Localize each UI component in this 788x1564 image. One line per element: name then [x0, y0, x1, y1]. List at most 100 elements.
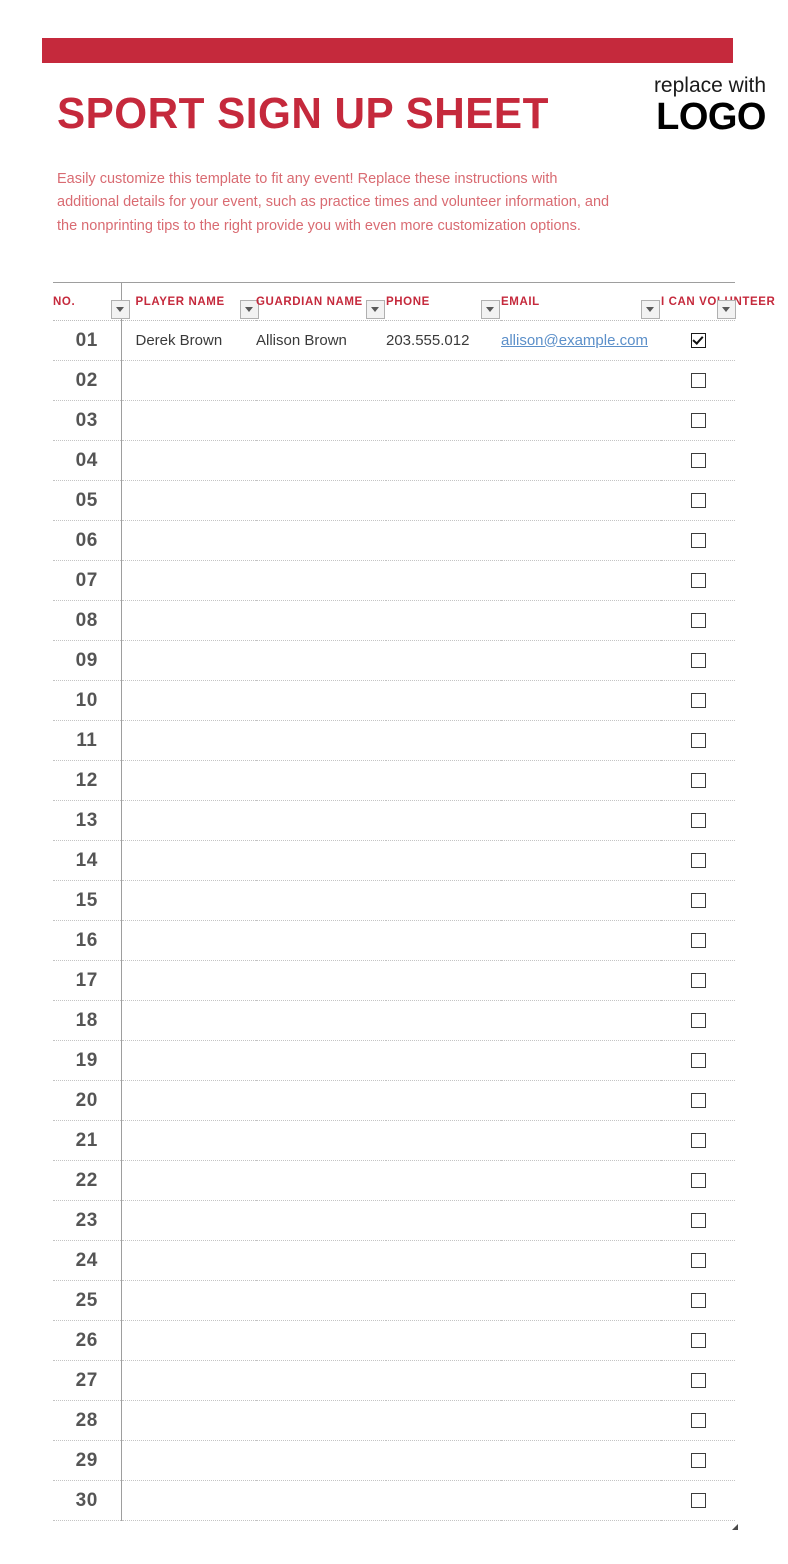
cell-guardian[interactable] — [256, 400, 386, 441]
checkbox-unchecked-icon[interactable] — [690, 1452, 706, 1468]
cell-email[interactable] — [501, 960, 661, 1001]
cell-email[interactable] — [501, 1160, 661, 1201]
cell-player[interactable] — [121, 1440, 256, 1481]
cell-guardian[interactable] — [256, 920, 386, 961]
cell-player[interactable] — [121, 1320, 256, 1361]
cell-email[interactable] — [501, 920, 661, 961]
checkbox-unchecked-icon[interactable] — [690, 492, 706, 508]
cell-phone[interactable] — [386, 680, 501, 721]
cell-email[interactable] — [501, 1120, 661, 1161]
cell-phone[interactable] — [386, 1000, 501, 1041]
checkbox-unchecked-icon[interactable] — [690, 892, 706, 908]
checkbox-unchecked-icon[interactable] — [690, 652, 706, 668]
cell-email[interactable] — [501, 1240, 661, 1281]
cell-player[interactable]: Derek Brown — [121, 320, 256, 361]
checkbox-unchecked-icon[interactable] — [690, 1252, 706, 1268]
cell-guardian[interactable] — [256, 480, 386, 521]
cell-player[interactable] — [121, 880, 256, 921]
cell-phone[interactable] — [386, 1360, 501, 1401]
cell-phone[interactable] — [386, 1440, 501, 1481]
cell-email[interactable] — [501, 1080, 661, 1121]
cell-guardian[interactable] — [256, 560, 386, 601]
cell-guardian[interactable] — [256, 800, 386, 841]
cell-email[interactable] — [501, 840, 661, 881]
checkbox-unchecked-icon[interactable] — [690, 772, 706, 788]
cell-email[interactable]: allison@example.com — [501, 320, 661, 361]
cell-guardian[interactable] — [256, 600, 386, 641]
checkbox-unchecked-icon[interactable] — [690, 692, 706, 708]
cell-player[interactable] — [121, 560, 256, 601]
cell-guardian[interactable] — [256, 1280, 386, 1321]
cell-guardian[interactable] — [256, 1080, 386, 1121]
checkbox-unchecked-icon[interactable] — [690, 972, 706, 988]
cell-guardian[interactable] — [256, 1120, 386, 1161]
checkbox-unchecked-icon[interactable] — [690, 412, 706, 428]
cell-email[interactable] — [501, 720, 661, 761]
cell-guardian[interactable] — [256, 880, 386, 921]
checkbox-unchecked-icon[interactable] — [690, 612, 706, 628]
cell-phone[interactable] — [386, 480, 501, 521]
cell-phone[interactable] — [386, 760, 501, 801]
cell-email[interactable] — [501, 1000, 661, 1041]
cell-player[interactable] — [121, 720, 256, 761]
cell-email[interactable] — [501, 680, 661, 721]
cell-email[interactable] — [501, 1320, 661, 1361]
cell-player[interactable] — [121, 1280, 256, 1321]
cell-phone[interactable] — [386, 400, 501, 441]
checkbox-unchecked-icon[interactable] — [690, 1332, 706, 1348]
checkbox-unchecked-icon[interactable] — [690, 572, 706, 588]
cell-guardian[interactable] — [256, 1440, 386, 1481]
cell-player[interactable] — [121, 760, 256, 801]
cell-player[interactable] — [121, 600, 256, 641]
cell-guardian[interactable] — [256, 520, 386, 561]
cell-phone[interactable] — [386, 840, 501, 881]
cell-guardian[interactable] — [256, 960, 386, 1001]
checkbox-unchecked-icon[interactable] — [690, 372, 706, 388]
checkbox-unchecked-icon[interactable] — [690, 532, 706, 548]
cell-guardian[interactable] — [256, 720, 386, 761]
cell-email[interactable] — [501, 560, 661, 601]
cell-guardian[interactable] — [256, 1480, 386, 1521]
filter-dropdown-icon-email[interactable] — [641, 300, 660, 319]
cell-email[interactable] — [501, 640, 661, 681]
cell-phone[interactable] — [386, 560, 501, 601]
checkbox-unchecked-icon[interactable] — [690, 1012, 706, 1028]
cell-guardian[interactable] — [256, 1040, 386, 1081]
cell-guardian[interactable] — [256, 1320, 386, 1361]
cell-email[interactable] — [501, 1040, 661, 1081]
cell-guardian[interactable] — [256, 760, 386, 801]
checkbox-unchecked-icon[interactable] — [690, 1292, 706, 1308]
cell-email[interactable] — [501, 1360, 661, 1401]
cell-player[interactable] — [121, 1000, 256, 1041]
cell-guardian[interactable] — [256, 640, 386, 681]
cell-email[interactable] — [501, 480, 661, 521]
cell-player[interactable] — [121, 1120, 256, 1161]
cell-phone[interactable] — [386, 1080, 501, 1121]
cell-player[interactable] — [121, 1040, 256, 1081]
cell-phone[interactable] — [386, 960, 501, 1001]
cell-guardian[interactable] — [256, 1360, 386, 1401]
checkbox-unchecked-icon[interactable] — [690, 812, 706, 828]
cell-phone[interactable] — [386, 1320, 501, 1361]
filter-dropdown-icon-volunteer[interactable] — [717, 300, 736, 319]
cell-player[interactable] — [121, 440, 256, 481]
cell-player[interactable] — [121, 960, 256, 1001]
cell-player[interactable] — [121, 920, 256, 961]
filter-dropdown-icon-guardian[interactable] — [366, 300, 385, 319]
cell-player[interactable] — [121, 360, 256, 401]
cell-guardian[interactable] — [256, 680, 386, 721]
cell-guardian[interactable] — [256, 1240, 386, 1281]
cell-guardian[interactable] — [256, 360, 386, 401]
checkbox-unchecked-icon[interactable] — [690, 452, 706, 468]
cell-guardian[interactable] — [256, 840, 386, 881]
cell-player[interactable] — [121, 840, 256, 881]
cell-guardian[interactable] — [256, 1400, 386, 1441]
cell-guardian[interactable] — [256, 1160, 386, 1201]
cell-player[interactable] — [121, 680, 256, 721]
cell-phone[interactable] — [386, 1160, 501, 1201]
cell-phone[interactable] — [386, 1280, 501, 1321]
checkbox-unchecked-icon[interactable] — [690, 1492, 706, 1508]
cell-phone[interactable] — [386, 1040, 501, 1081]
cell-phone[interactable] — [386, 440, 501, 481]
cell-email[interactable] — [501, 1400, 661, 1441]
